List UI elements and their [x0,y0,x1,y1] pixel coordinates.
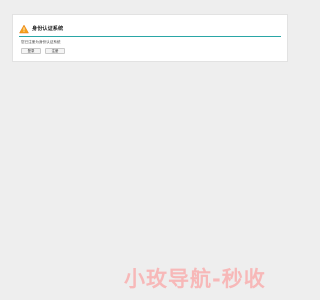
dialog-title: 身份认证系统 [32,26,64,32]
title-divider [19,36,281,37]
watermark-text: 小玫导航-秒收 [124,267,266,291]
button-row: 登录 注册 [21,48,65,54]
dialog-header: 身份认证系统 [19,23,63,35]
dialog-card: 身份认证系统 您已注册为身份认证系统 登录 注册 [12,14,288,62]
login-button[interactable]: 登录 [21,48,41,54]
register-button[interactable]: 注册 [45,48,65,54]
page-root: 身份认证系统 您已注册为身份认证系统 登录 注册 小玫导航-秒收 [0,0,300,300]
warning-triangle-icon [19,24,29,34]
dialog-message: 您已注册为身份认证系统 [21,40,61,44]
